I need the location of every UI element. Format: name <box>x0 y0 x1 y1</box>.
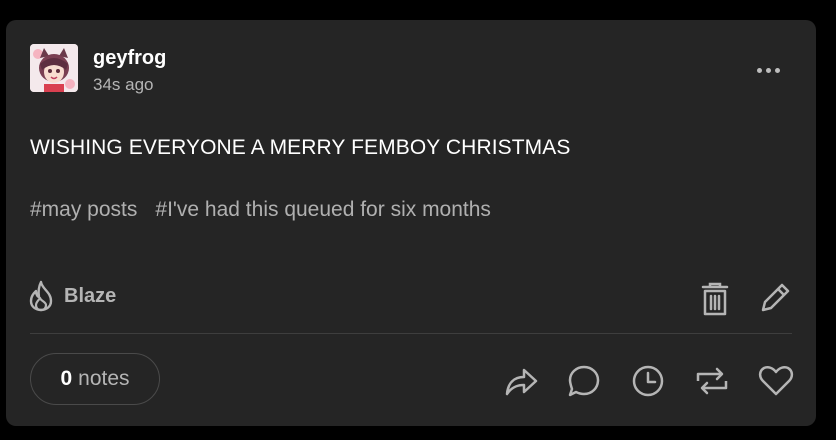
clock-icon <box>632 365 664 397</box>
blaze-button[interactable]: Blaze <box>26 280 116 312</box>
tag-link[interactable]: #I've had this queued for six months <box>155 198 491 222</box>
edit-button[interactable] <box>756 277 796 317</box>
post-timestamp[interactable]: 34s ago <box>93 75 154 95</box>
more-horizontal-icon <box>756 67 762 73</box>
queue-button[interactable] <box>628 361 668 401</box>
pencil-icon <box>761 283 790 312</box>
reblog-button[interactable] <box>692 361 732 401</box>
post-tags: #may posts #I've had this queued for six… <box>30 198 491 222</box>
notes-count: 0 <box>60 367 73 390</box>
notes-label: notes <box>78 367 130 390</box>
divider <box>30 333 792 334</box>
reply-button[interactable] <box>564 361 604 401</box>
flame-icon <box>29 280 53 312</box>
delete-button[interactable] <box>695 279 735 319</box>
avatar[interactable] <box>30 44 78 92</box>
post-text: WISHING EVERYONE A MERRY FEMBOY CHRISTMA… <box>30 136 571 159</box>
trash-icon <box>701 282 729 316</box>
post-card: geyfrog 34s ago WISHING EVERYONE A MERRY… <box>6 20 816 426</box>
reblog-icon <box>696 367 728 395</box>
blaze-label: Blaze <box>64 284 117 307</box>
tag-link[interactable]: #may posts <box>30 198 137 222</box>
heart-icon <box>758 365 794 396</box>
like-button[interactable] <box>756 361 796 401</box>
share-button[interactable] <box>500 361 542 401</box>
comment-icon <box>568 365 600 397</box>
avatar-image <box>30 44 78 92</box>
more-options-button[interactable] <box>750 60 786 80</box>
notes-button[interactable]: 0 notes <box>30 353 160 405</box>
username[interactable]: geyfrog <box>93 47 166 70</box>
share-icon <box>505 368 538 396</box>
more-horizontal-icon-dot <box>765 67 771 73</box>
more-horizontal-icon-dot <box>774 67 780 73</box>
